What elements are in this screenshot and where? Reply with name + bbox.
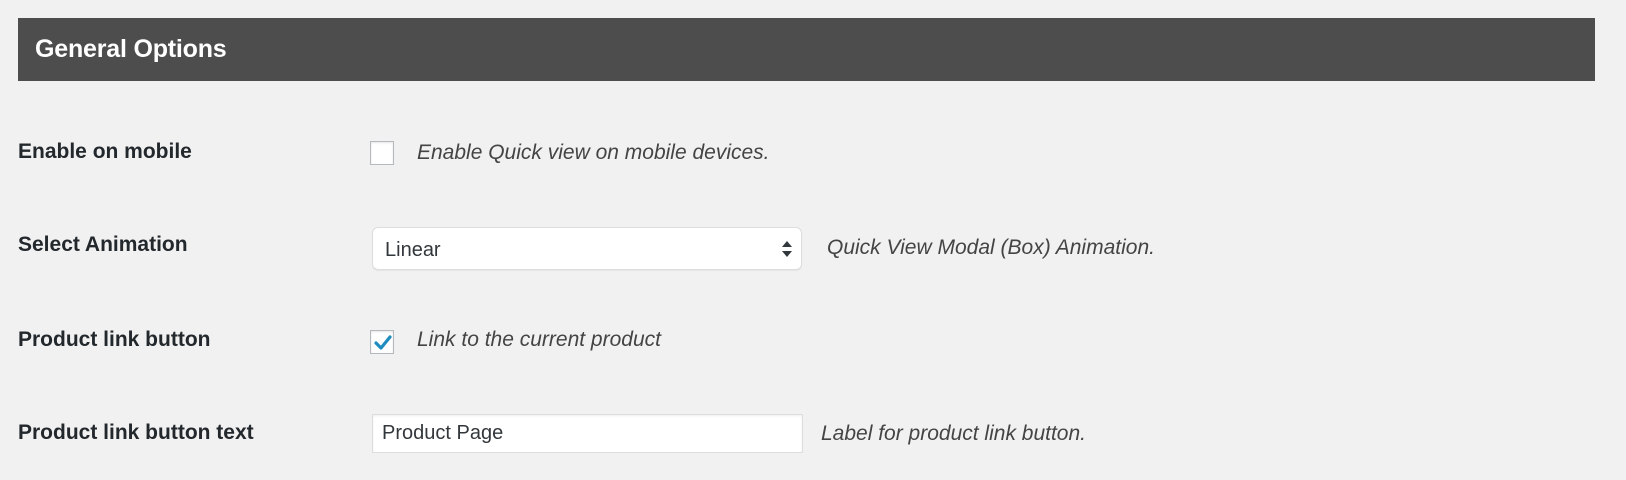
product-link-button-text-input[interactable] (372, 414, 803, 453)
product-link-button-checkbox[interactable] (370, 330, 394, 354)
section-title: General Options (35, 35, 227, 63)
select-arrows-icon (781, 237, 793, 261)
enable-on-mobile-checkbox[interactable] (370, 141, 394, 165)
product-link-button-description: Link to the current product (417, 328, 661, 351)
animation-select[interactable]: Linear (372, 227, 802, 270)
select-animation-label: Select Animation (18, 233, 188, 256)
animation-select-value: Linear (385, 239, 441, 261)
product-link-button-text-label: Product link button text (18, 421, 254, 444)
section-header: General Options (18, 18, 1595, 81)
enable-on-mobile-description: Enable Quick view on mobile devices. (417, 141, 770, 164)
product-link-button-text-description: Label for product link button. (821, 422, 1087, 445)
enable-on-mobile-label: Enable on mobile (18, 140, 192, 163)
checkmark-icon (374, 335, 392, 350)
product-link-button-label: Product link button (18, 328, 211, 351)
select-animation-description: Quick View Modal (Box) Animation. (827, 236, 1155, 259)
